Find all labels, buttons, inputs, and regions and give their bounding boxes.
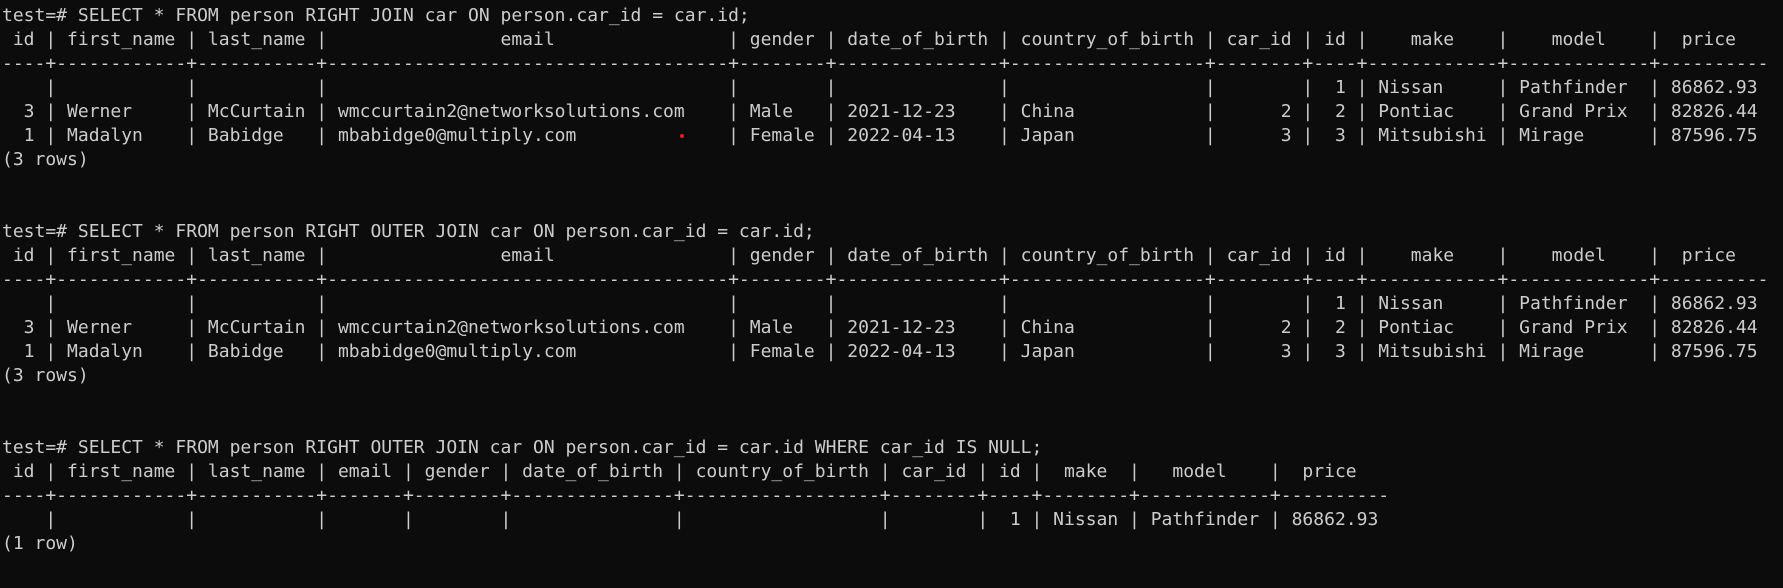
terminal-line-header-1: id | first_name | last_name | email | ge… (2, 29, 1736, 50)
terminal-line-row-5: 3 | Werner | McCurtain | wmccurtain2@net… (2, 317, 1758, 338)
terminal-line-header-2: id | first_name | last_name | email | ge… (2, 245, 1736, 266)
terminal-line-query-2: test=# SELECT * FROM person RIGHT OUTER … (2, 221, 815, 242)
terminal-line-row-7: | | | | | | | | 1 | Nissan | Pathfinder … (2, 509, 1379, 530)
terminal-line-row-4: | | | | | | | | 1 | Nissan | Pathfinder … (2, 293, 1758, 314)
terminal-line-separator-2: ----+------------+-----------+----------… (2, 269, 1769, 290)
terminal-line-separator-1: ----+------------+-----------+----------… (2, 53, 1769, 74)
cursor-dot-marker (680, 134, 684, 138)
terminal-line-header-3: id | first_name | last_name | email | ge… (2, 461, 1357, 482)
terminal-line-separator-3: ----+------------+-----------+-------+--… (2, 485, 1390, 506)
terminal-line-row-6: 1 | Madalyn | Babidge | mbabidge0@multip… (2, 341, 1758, 362)
terminal-line-rowcount-1: (3 rows) (2, 149, 89, 170)
terminal-output[interactable]: test=# SELECT * FROM person RIGHT JOIN c… (0, 0, 1783, 588)
terminal-line-query-3: test=# SELECT * FROM person RIGHT OUTER … (2, 437, 1043, 458)
terminal-line-row-3: 1 | Madalyn | Babidge | mbabidge0@multip… (2, 125, 1758, 146)
terminal-line-row-1: | | | | | | | | 1 | Nissan | Pathfinder … (2, 77, 1758, 98)
terminal-line-rowcount-2: (3 rows) (2, 365, 89, 386)
terminal-line-query-1: test=# SELECT * FROM person RIGHT JOIN c… (2, 5, 750, 26)
terminal-line-row-2: 3 | Werner | McCurtain | wmccurtain2@net… (2, 101, 1758, 122)
terminal-line-rowcount-3: (1 row) (2, 533, 78, 554)
